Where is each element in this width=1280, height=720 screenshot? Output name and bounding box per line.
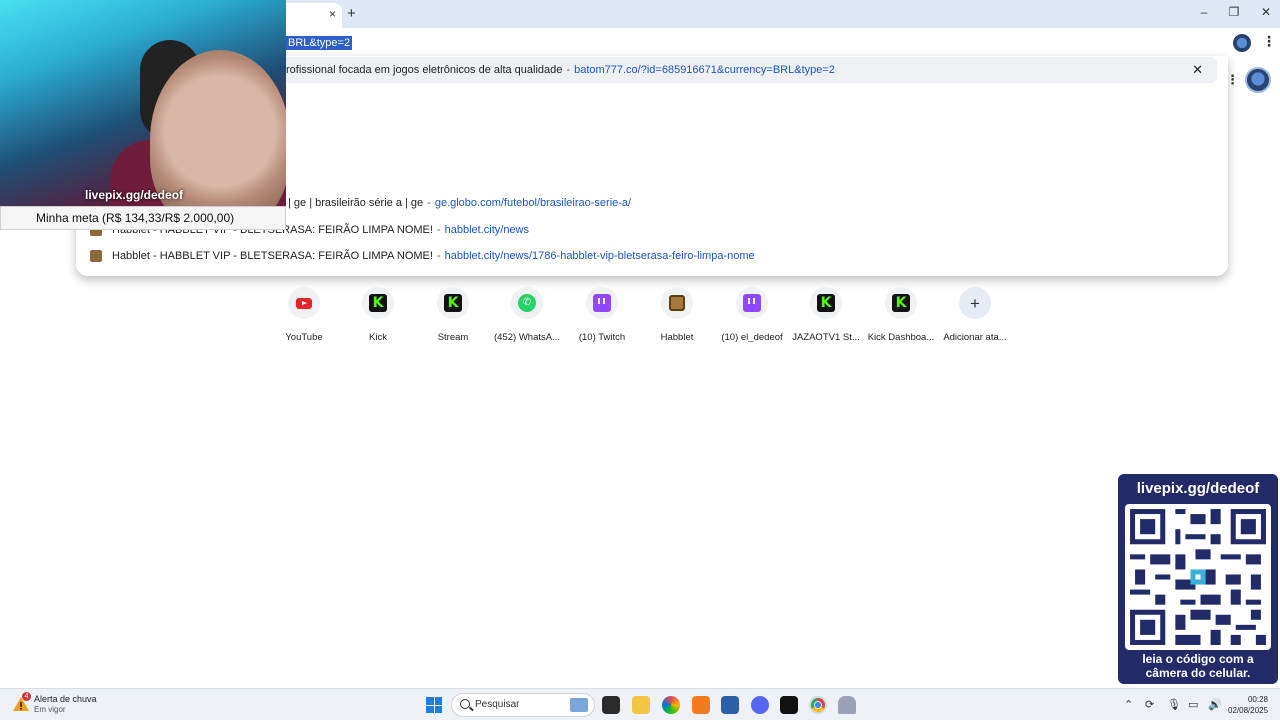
shortcut-label: Stream xyxy=(437,332,469,343)
qr-pattern xyxy=(1130,509,1266,645)
suggestion-url: habblet.city/news/1786-habblet-vip-blets… xyxy=(444,250,755,262)
clock-time: 00:28 xyxy=(1247,695,1268,704)
qr-code xyxy=(1125,504,1271,650)
restore-icon[interactable]: ❐ xyxy=(1222,5,1246,19)
chrome-icon[interactable] xyxy=(809,696,827,714)
habblet-icon xyxy=(669,295,685,311)
shortcut-label: Kick xyxy=(369,332,387,343)
suggestion-text: rofissional focada em jogos eletrônicos … xyxy=(286,64,563,76)
shortcut-label: Adicionar ata... xyxy=(943,332,1007,343)
suggestion-url: habblet.city/news xyxy=(444,224,530,236)
suggestion-separator: - xyxy=(436,224,441,236)
suggestion-text: | ge | brasileirão série a | ge xyxy=(288,197,424,209)
kick-icon: K xyxy=(892,294,910,312)
network-icon[interactable]: ▭ xyxy=(1188,698,1198,711)
shortcut-label: Habblet xyxy=(660,332,694,343)
shortcut-el-dedeof[interactable]: (10) el_dedeof xyxy=(715,287,789,343)
search-highlight-icon xyxy=(570,698,588,712)
copilot-icon[interactable] xyxy=(662,696,680,714)
shortcut-kick-dashboard[interactable]: K Kick Dashboa... xyxy=(864,287,938,343)
suggestion-separator: - xyxy=(427,197,431,209)
qr-caption: leia o código com a câmera do celular. xyxy=(1118,652,1278,680)
suggestion-separator: - xyxy=(566,64,571,76)
habblet-favicon-icon xyxy=(90,250,102,262)
add-shortcut-button[interactable]: + Adicionar ata... xyxy=(938,287,1012,343)
suggestion-text: Habblet - HABBLET VIP - BLETSERASA: FEIR… xyxy=(112,250,433,262)
weather-badge: 4 xyxy=(22,692,31,701)
minimize-icon[interactable]: – xyxy=(1192,5,1216,19)
kick-icon: K xyxy=(444,294,462,312)
close-window-icon[interactable]: ✕ xyxy=(1254,5,1278,19)
shortcut-stream[interactable]: K Stream xyxy=(416,287,490,343)
volume-icon[interactable]: 🔊 xyxy=(1208,698,1222,711)
twitch-icon xyxy=(743,294,761,312)
weather-subtitle: Em vigor xyxy=(34,705,66,714)
shortcut-jazaotv[interactable]: K JAZAOTV1 St... xyxy=(789,287,863,343)
clock[interactable]: 00:28 02/08/2025 xyxy=(1228,694,1268,716)
shortcut-whatsapp[interactable]: ✆ (452) WhatsA... xyxy=(490,287,564,343)
omnibox-input[interactable]: BRL&type=2 xyxy=(286,36,353,50)
tab-close-icon[interactable]: × xyxy=(329,7,336,21)
screen: × + – ❐ ✕ BRL&type=2 ⋮ rofissional focad… xyxy=(0,0,1280,720)
taskbar: 4 Alerta de chuva Em vigor Pesquisar ⌃ ⟳… xyxy=(0,688,1280,720)
discord-icon[interactable] xyxy=(751,696,769,714)
file-explorer-icon[interactable] xyxy=(632,696,650,714)
suggestion-url: batom777.co/?id=685916671&currency=BRL&t… xyxy=(574,64,835,76)
weather-title: Alerta de chuva xyxy=(34,694,97,704)
profile-icon[interactable] xyxy=(1233,34,1251,52)
microphone-icon[interactable]: 🎙 xyxy=(1167,698,1181,711)
new-tab-icon[interactable]: + xyxy=(347,5,356,22)
sync-icon[interactable]: ⟳ xyxy=(1145,698,1154,711)
shortcut-kick[interactable]: K Kick xyxy=(341,287,415,343)
shortcut-label: (452) WhatsA... xyxy=(494,332,560,343)
shortcut-twitch[interactable]: (10) Twitch xyxy=(565,287,639,343)
kick-icon: K xyxy=(369,294,387,312)
suggestion-url: ge.globo.com/futebol/brasileirao-serie-a… xyxy=(434,197,632,209)
donation-goal-bar: Minha meta (R$ 134,33/R$ 2.000,00) xyxy=(0,206,286,230)
shortcut-label: JAZAOTV1 St... xyxy=(792,332,860,343)
shortcut-youtube[interactable]: YouTube xyxy=(267,287,341,343)
kick-icon: K xyxy=(817,294,835,312)
tray-chevron-icon[interactable]: ⌃ xyxy=(1124,698,1133,711)
qr-caption-line: leia o código com a xyxy=(1142,652,1254,666)
search-icon xyxy=(460,699,470,709)
shortcut-habblet[interactable]: Habblet xyxy=(640,287,714,343)
youtube-icon xyxy=(296,297,312,309)
taskbar-search[interactable]: Pesquisar xyxy=(451,693,595,717)
suggestion-separator: - xyxy=(436,250,441,262)
avatar[interactable] xyxy=(1245,67,1271,93)
side-menu-kebab-icon[interactable]: ⋮ xyxy=(1226,72,1239,88)
cam-livepix-label: livepix.gg/dedeof xyxy=(85,188,184,202)
qr-caption-line: câmera do celular. xyxy=(1145,666,1251,680)
webcam-overlay: livepix.gg/dedeof xyxy=(0,0,286,206)
shortcut-label: (10) el_dedeof xyxy=(721,332,783,343)
whatsapp-icon: ✆ xyxy=(518,294,536,312)
start-button[interactable] xyxy=(426,697,442,713)
shortcut-label: (10) Twitch xyxy=(578,332,626,343)
menu-kebab-icon[interactable]: ⋮ xyxy=(1262,33,1276,50)
suggestion-row[interactable]: Habblet - HABBLET VIP - BLETSERASA: FEIR… xyxy=(76,243,1228,269)
qr-title: livepix.gg/dedeof xyxy=(1136,480,1260,497)
capcut-icon[interactable] xyxy=(780,696,798,714)
clock-date: 02/08/2025 xyxy=(1228,706,1269,715)
app-a-icon[interactable] xyxy=(692,696,710,714)
store-icon[interactable] xyxy=(721,696,739,714)
search-placeholder: Pesquisar xyxy=(475,699,520,710)
task-view-icon[interactable] xyxy=(602,696,620,714)
shortcut-label: YouTube xyxy=(285,332,323,343)
remove-suggestion-icon[interactable]: ✕ xyxy=(1192,62,1203,78)
rocket-app-icon[interactable] xyxy=(838,696,856,714)
plus-icon: + xyxy=(970,293,980,313)
twitch-icon xyxy=(593,294,611,312)
qr-widget: livepix.gg/dedeof leia o código com a câ… xyxy=(1118,474,1278,684)
shortcut-label: Kick Dashboa... xyxy=(867,332,935,343)
